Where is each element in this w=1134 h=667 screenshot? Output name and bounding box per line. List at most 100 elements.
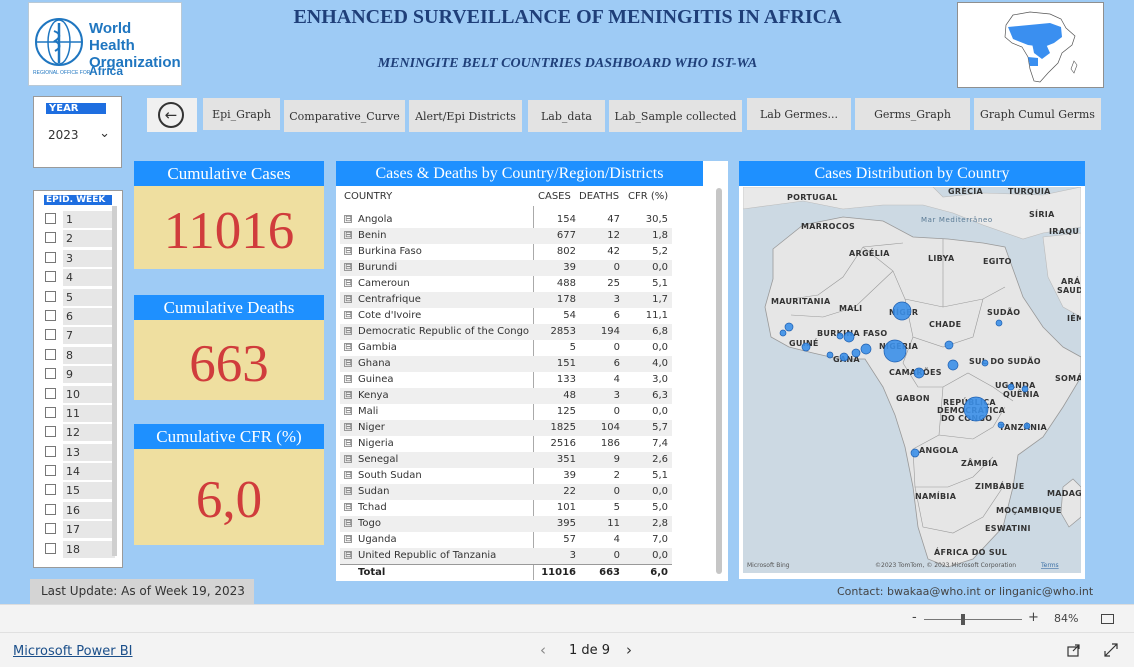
week-checkbox[interactable]	[45, 426, 56, 438]
expand-row-icon[interactable]: ⊟	[344, 375, 352, 383]
expand-row-icon[interactable]: ⊟	[344, 487, 352, 495]
week-checkbox[interactable]	[45, 368, 56, 380]
epid-week-item[interactable]: 7	[44, 326, 120, 345]
bubble-chad[interactable]	[944, 340, 954, 350]
table-row[interactable]: ⊟ Ghana 151 6 4,0	[340, 356, 672, 372]
expand-row-icon[interactable]: ⊟	[344, 519, 352, 527]
bubble-niger[interactable]	[892, 301, 912, 321]
table-row[interactable]: ⊟ Burundi 39 0 0,0	[340, 260, 672, 276]
epid-week-item[interactable]: 4	[44, 268, 120, 287]
expand-row-icon[interactable]: ⊟	[344, 279, 352, 287]
previous-page-button[interactable]: ‹	[540, 641, 546, 659]
bubble-ghana[interactable]	[839, 352, 849, 362]
epid-week-item[interactable]: 8	[44, 346, 120, 365]
table-row[interactable]: ⊟ United Republic of Tanzania 3 0 0,0	[340, 548, 672, 564]
expand-row-icon[interactable]: ⊟	[344, 423, 352, 431]
nav-comparative-curve-button[interactable]: Comparative_Curve	[284, 100, 405, 132]
epid-week-item[interactable]: 9	[44, 365, 120, 384]
week-checkbox[interactable]	[45, 271, 56, 283]
bubble-guinea[interactable]	[801, 342, 811, 352]
back-button[interactable]: ←	[147, 98, 197, 132]
table-row[interactable]: ⊟ Gambia 5 0 0,0	[340, 340, 672, 356]
fullscreen-icon[interactable]	[1104, 643, 1118, 657]
epid-week-item[interactable]: 15	[44, 481, 120, 500]
table-row[interactable]: ⊟ Niger 1825 104 5,7	[340, 420, 672, 436]
expand-row-icon[interactable]: ⊟	[344, 311, 352, 319]
epid-week-item[interactable]: 10	[44, 385, 120, 404]
week-checkbox[interactable]	[45, 445, 56, 457]
week-checkbox[interactable]	[45, 309, 56, 321]
expand-row-icon[interactable]: ⊟	[344, 231, 352, 239]
epid-week-item[interactable]: 6	[44, 307, 120, 326]
africa-map[interactable]: PORTUGAL GRÉCIA TURQUIA SÍRIA IRAQU Mar …	[743, 187, 1081, 573]
share-icon[interactable]	[1067, 643, 1081, 657]
epid-week-item[interactable]: 12	[44, 423, 120, 442]
week-checkbox[interactable]	[45, 465, 56, 477]
epid-week-item[interactable]: 5	[44, 288, 120, 307]
expand-row-icon[interactable]: ⊟	[344, 439, 352, 447]
bubble-sudan[interactable]	[995, 319, 1003, 327]
expand-row-icon[interactable]: ⊟	[344, 295, 352, 303]
epid-week-item[interactable]: 11	[44, 404, 120, 423]
expand-row-icon[interactable]: ⊟	[344, 551, 352, 559]
bubble-centrafrique[interactable]	[947, 359, 959, 371]
col-header-deaths[interactable]: DEATHS	[579, 191, 619, 202]
table-row[interactable]: ⊟ Angola 154 47 30,5	[340, 212, 672, 228]
table-row[interactable]: ⊟ Sudan 22 0 0,0	[340, 484, 672, 500]
bubble-uganda[interactable]	[1007, 383, 1015, 391]
expand-row-icon[interactable]: ⊟	[344, 535, 352, 543]
bubble-cameroun[interactable]	[913, 367, 925, 379]
bubble-tanzania[interactable]	[1023, 422, 1031, 430]
week-checkbox[interactable]	[45, 387, 56, 399]
table-row[interactable]: ⊟ Cameroun 488 25 5,1	[340, 276, 672, 292]
fit-to-page-icon[interactable]	[1101, 614, 1114, 624]
expand-row-icon[interactable]: ⊟	[344, 359, 352, 367]
nav-alert-epi-districts-button[interactable]: Alert/Epi Districts	[409, 100, 522, 132]
table-row[interactable]: ⊟ Cote d'Ivoire 54 6 11,1	[340, 308, 672, 324]
epid-week-scrollbar[interactable]	[112, 206, 117, 556]
epid-week-item[interactable]: 16	[44, 501, 120, 520]
bubble-drc[interactable]	[963, 396, 989, 422]
bubble-burundi[interactable]	[997, 421, 1005, 429]
week-checkbox[interactable]	[45, 251, 56, 263]
table-row[interactable]: ⊟ Tchad 101 5 5,0	[340, 500, 672, 516]
nav-lab-germes-button[interactable]: Lab Germes...	[747, 98, 851, 130]
epid-week-item[interactable]: 13	[44, 443, 120, 462]
expand-row-icon[interactable]: ⊟	[344, 391, 352, 399]
week-checkbox[interactable]	[45, 406, 56, 418]
table-row[interactable]: ⊟ Togo 395 11 2,8	[340, 516, 672, 532]
table-row[interactable]: ⊟ Nigeria 2516 186 7,4	[340, 436, 672, 452]
bubble-kenya[interactable]	[1021, 385, 1029, 393]
col-header-cfr[interactable]: CFR (%)	[628, 191, 668, 202]
table-row[interactable]: ⊟ Kenya 48 3 6,3	[340, 388, 672, 404]
epid-week-item[interactable]: 18	[44, 540, 120, 559]
table-row[interactable]: ⊟ Mali 125 0 0,0	[340, 404, 672, 420]
nav-graph-cumul-germs-button[interactable]: Graph Cumul Germs	[974, 98, 1101, 130]
expand-row-icon[interactable]: ⊟	[344, 407, 352, 415]
nav-germs-graph-button[interactable]: Germs_Graph	[855, 98, 970, 130]
table-scrollbar[interactable]	[716, 188, 722, 574]
nav-lab-data-button[interactable]: Lab_data	[528, 100, 605, 132]
zoom-out-button[interactable]: -	[912, 610, 917, 625]
expand-row-icon[interactable]: ⊟	[344, 343, 352, 351]
powerbi-link[interactable]: Microsoft Power BI	[13, 644, 132, 659]
week-checkbox[interactable]	[45, 329, 56, 341]
next-page-button[interactable]: ›	[626, 641, 632, 659]
expand-row-icon[interactable]: ⊟	[344, 263, 352, 271]
epid-week-item[interactable]: 2	[44, 229, 120, 248]
week-checkbox[interactable]	[45, 290, 56, 302]
week-checkbox[interactable]	[45, 542, 56, 554]
table-row[interactable]: ⊟ Uganda 57 4 7,0	[340, 532, 672, 548]
map-terms-link[interactable]: Terms	[1040, 562, 1059, 569]
week-checkbox[interactable]	[45, 232, 56, 244]
bubble-angola[interactable]	[910, 448, 920, 458]
bubble-nigeria[interactable]	[883, 339, 907, 363]
week-checkbox[interactable]	[45, 503, 56, 515]
table-row[interactable]: ⊟ South Sudan 39 2 5,1	[340, 468, 672, 484]
epid-week-item[interactable]: 14	[44, 462, 120, 481]
table-row[interactable]: ⊟ Burkina Faso 802 42 5,2	[340, 244, 672, 260]
bubble-burkina-faso[interactable]	[843, 331, 855, 343]
expand-row-icon[interactable]: ⊟	[344, 247, 352, 255]
expand-row-icon[interactable]: ⊟	[344, 455, 352, 463]
bubble-senegal[interactable]	[784, 322, 794, 332]
